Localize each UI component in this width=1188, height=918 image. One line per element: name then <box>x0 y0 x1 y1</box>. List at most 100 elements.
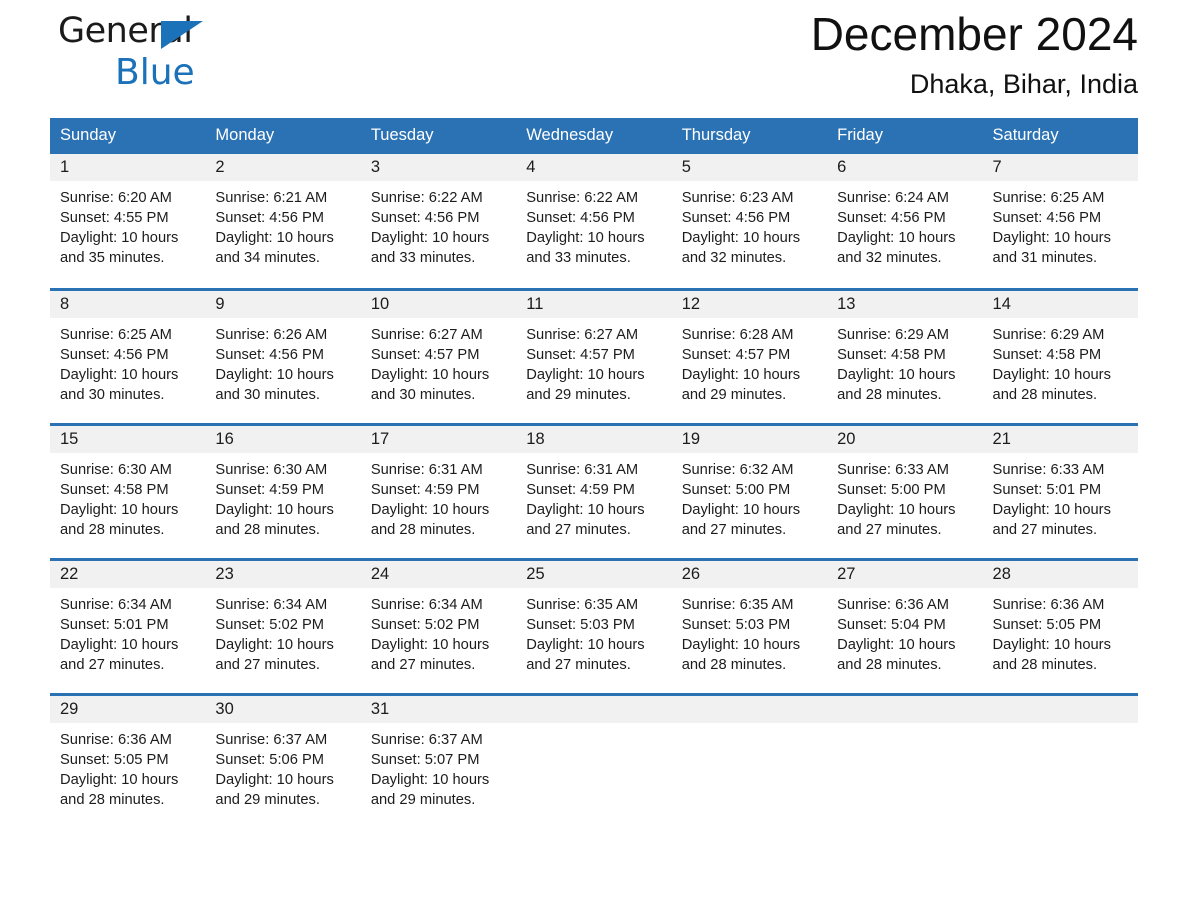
calendar-day-cell[interactable]: 8 Sunrise: 6:25 AM Sunset: 4:56 PM Daylight… <box>50 287 206 424</box>
daylight-text-line2: and 32 minutes. <box>837 250 942 266</box>
calendar-day-cell[interactable]: 2 Sunrise: 6:21 AM Sunset: 4:56 PM Daylight… <box>205 154 361 289</box>
day-details: Sunrise: 6:33 AM Sunset: 5:01 PM Daylight:… <box>983 453 1138 540</box>
calendar-week-row: 22 Sunrise: 6:34 AM Sunset: 5:01 PM Dayligh… <box>50 557 1138 694</box>
day-number: 13 <box>827 290 983 318</box>
day-number: 4 <box>516 154 672 181</box>
daylight-text-line1: Daylight: 10 hours <box>370 501 490 518</box>
calendar-day-cell[interactable]: 23 Sunrise: 6:34 AM Sunset: 5:02 PM Dayligh… <box>205 557 361 694</box>
calendar-day-cell[interactable]: 28 Sunrise: 6:36 AM Sunset: 5:05 PM Dayligh… <box>982 557 1138 694</box>
calendar-week-row: 29 Sunrise: 6:36 AM Sunset: 5:05 PM Dayligh… <box>50 692 1138 829</box>
sunrise-text: Sunrise: 6:31 AM <box>370 461 483 478</box>
daylight-text-line1: Daylight: 10 hours <box>215 501 334 518</box>
sunset-text: Sunset: 4:58 PM <box>837 346 946 363</box>
calendar-day-cell[interactable]: 22 Sunrise: 6:34 AM Sunset: 5:01 PM Dayligh… <box>50 557 206 694</box>
calendar-day-cell[interactable]: 7 Sunrise: 6:25 AM Sunset: 4:56 PM Daylight… <box>982 154 1138 289</box>
sunrise-text: Sunrise: 6:34 AM <box>370 596 483 613</box>
daylight-text-line2: and 28 minutes. <box>215 521 320 538</box>
sunset-text: Sunset: 5:02 PM <box>215 616 325 633</box>
calendar-day-cell[interactable]: 31 Sunrise: 6:37 AM Sunset: 5:07 PM Dayligh… <box>360 692 517 829</box>
day-details: Sunrise: 6:34 AM Sunset: 5:02 PM Daylight:… <box>205 588 360 675</box>
sunset-text: Sunset: 4:58 PM <box>60 481 169 498</box>
calendar-day-cell[interactable]: 29 Sunrise: 6:36 AM Sunset: 5:05 PM Dayligh… <box>50 692 206 829</box>
daylight-text-line2: and 28 minutes. <box>60 791 165 808</box>
sunset-text: Sunset: 5:04 PM <box>837 616 946 633</box>
calendar-day-cell[interactable]: 26 Sunrise: 6:35 AM Sunset: 5:03 PM Dayligh… <box>671 557 828 694</box>
calendar-day-cell[interactable]: 30 Sunrise: 6:37 AM Sunset: 5:06 PM Dayligh… <box>205 692 361 829</box>
daylight-text-line2: and 31 minutes. <box>992 250 1098 266</box>
daylight-text-line2: and 28 minutes. <box>370 521 476 538</box>
daylight-text-line2: and 33 minutes. <box>370 250 476 266</box>
weekday-header-sunday: Sunday <box>50 118 206 154</box>
calendar-day-cell[interactable]: 4 Sunrise: 6:22 AM Sunset: 4:56 PM Daylight… <box>516 154 672 289</box>
calendar-day-cell[interactable]: 17 Sunrise: 6:31 AM Sunset: 4:59 PM Dayligh… <box>360 422 517 559</box>
calendar-day-cell[interactable]: 18 Sunrise: 6:31 AM Sunset: 4:59 PM Dayligh… <box>516 422 672 559</box>
calendar-day-cell[interactable]: 10 Sunrise: 6:27 AM Sunset: 4:57 PM Dayligh… <box>360 287 517 424</box>
sunset-text: Sunset: 4:56 PM <box>526 210 635 226</box>
daylight-text-line2: and 34 minutes. <box>215 250 320 266</box>
calendar-day-cell[interactable]: 3 Sunrise: 6:22 AM Sunset: 4:56 PM Daylight… <box>360 154 517 289</box>
weekday-header-saturday: Saturday <box>982 118 1138 154</box>
sunrise-text: Sunrise: 6:33 AM <box>837 461 949 478</box>
sunrise-text: Sunrise: 6:24 AM <box>837 190 949 206</box>
sunset-text: Sunset: 4:57 PM <box>681 346 791 363</box>
day-number: 19 <box>671 425 828 453</box>
calendar-day-cell[interactable]: 16 Sunrise: 6:30 AM Sunset: 4:59 PM Dayligh… <box>205 422 361 559</box>
daylight-text-line2: and 27 minutes. <box>837 521 942 538</box>
daylight-text-line2: and 29 minutes. <box>215 791 320 808</box>
calendar-day-cell[interactable]: 13 Sunrise: 6:29 AM Sunset: 4:58 PM Dayligh… <box>827 287 983 424</box>
daylight-text-line2: and 35 minutes. <box>60 250 165 266</box>
day-details: Sunrise: 6:36 AM Sunset: 5:05 PM Daylight:… <box>983 588 1138 675</box>
location-subtitle: Dhaka, Bihar, India <box>909 68 1138 99</box>
sunset-text: Sunset: 5:00 PM <box>681 481 791 498</box>
calendar-day-cell[interactable]: 5 Sunrise: 6:23 AM Sunset: 4:56 PM Daylight… <box>671 154 828 289</box>
calendar-day-cell[interactable]: 14 Sunrise: 6:29 AM Sunset: 4:58 PM Dayligh… <box>982 287 1138 424</box>
calendar-grid-container: Sunday Monday Tuesday Wednesday Thursday… <box>50 118 1138 829</box>
sunrise-text: Sunrise: 6:34 AM <box>60 596 172 613</box>
daylight-text-line1: Daylight: 10 hours <box>215 366 334 383</box>
day-number: 10 <box>360 290 517 318</box>
sunset-text: Sunset: 4:56 PM <box>60 346 169 363</box>
day-number: 8 <box>50 290 206 318</box>
calendar-body: 1 Sunrise: 6:20 AM Sunset: 4:55 PM Daylight… <box>50 154 1138 829</box>
calendar-day-cell[interactable]: 9 Sunrise: 6:26 AM Sunset: 4:56 PM Daylight… <box>205 287 361 424</box>
sunrise-text: Sunrise: 6:37 AM <box>370 731 483 748</box>
day-number: 20 <box>827 425 983 453</box>
daylight-text-line1: Daylight: 10 hours <box>60 366 179 383</box>
calendar-day-cell-empty <box>827 692 983 829</box>
calendar-day-cell[interactable]: 19 Sunrise: 6:32 AM Sunset: 5:00 PM Dayligh… <box>671 422 828 559</box>
calendar-day-cell[interactable]: 27 Sunrise: 6:36 AM Sunset: 5:04 PM Dayligh… <box>827 557 983 694</box>
calendar-day-cell[interactable]: 15 Sunrise: 6:30 AM Sunset: 4:58 PM Dayligh… <box>50 422 206 559</box>
day-number: 14 <box>982 290 1138 318</box>
calendar-day-cell[interactable]: 11 Sunrise: 6:27 AM Sunset: 4:57 PM Dayligh… <box>516 287 672 424</box>
calendar-day-cell[interactable]: 1 Sunrise: 6:20 AM Sunset: 4:55 PM Daylight… <box>50 154 206 289</box>
weekday-header-monday: Monday <box>205 118 361 154</box>
sunset-text: Sunset: 5:01 PM <box>60 616 169 633</box>
daylight-text-line2: and 30 minutes. <box>370 386 476 403</box>
calendar-header-row: Sunday Monday Tuesday Wednesday Thursday… <box>50 118 1138 154</box>
calendar-day-cell[interactable]: 24 Sunrise: 6:34 AM Sunset: 5:02 PM Dayligh… <box>360 557 517 694</box>
day-details: Sunrise: 6:25 AM Sunset: 4:56 PM Daylight:… <box>983 181 1138 268</box>
sunrise-text: Sunrise: 6:31 AM <box>526 461 639 478</box>
calendar-day-cell[interactable]: 25 Sunrise: 6:35 AM Sunset: 5:03 PM Dayligh… <box>516 557 672 694</box>
calendar-day-cell[interactable]: 20 Sunrise: 6:33 AM Sunset: 5:00 PM Dayligh… <box>827 422 983 559</box>
calendar-day-cell[interactable]: 6 Sunrise: 6:24 AM Sunset: 4:56 PM Daylight… <box>827 154 983 289</box>
day-details <box>672 723 827 730</box>
sunrise-text: Sunrise: 6:25 AM <box>992 190 1105 206</box>
day-details: Sunrise: 6:35 AM Sunset: 5:03 PM Daylight:… <box>672 588 827 675</box>
daylight-text-line1: Daylight: 10 hours <box>681 501 801 518</box>
sunrise-text: Sunrise: 6:35 AM <box>681 596 794 613</box>
daylight-text-line1: Daylight: 10 hours <box>60 230 179 246</box>
day-details: Sunrise: 6:27 AM Sunset: 4:57 PM Daylight:… <box>516 318 671 405</box>
weekday-header-tuesday: Tuesday <box>360 118 517 154</box>
generalblue-logo: General Blue <box>58 14 318 100</box>
daylight-text-line1: Daylight: 10 hours <box>60 636 179 653</box>
daylight-text-line2: and 28 minutes. <box>837 656 942 673</box>
calendar-day-cell[interactable]: 21 Sunrise: 6:33 AM Sunset: 5:01 PM Dayligh… <box>982 422 1138 559</box>
daylight-text-line2: and 28 minutes. <box>60 521 165 538</box>
day-number: 26 <box>671 560 828 588</box>
sunset-text: Sunset: 5:07 PM <box>370 751 480 768</box>
daylight-text-line1: Daylight: 10 hours <box>370 636 490 653</box>
sunset-text: Sunset: 4:56 PM <box>837 210 946 226</box>
daylight-text-line1: Daylight: 10 hours <box>837 366 956 383</box>
calendar-day-cell[interactable]: 12 Sunrise: 6:28 AM Sunset: 4:57 PM Dayligh… <box>671 287 828 424</box>
